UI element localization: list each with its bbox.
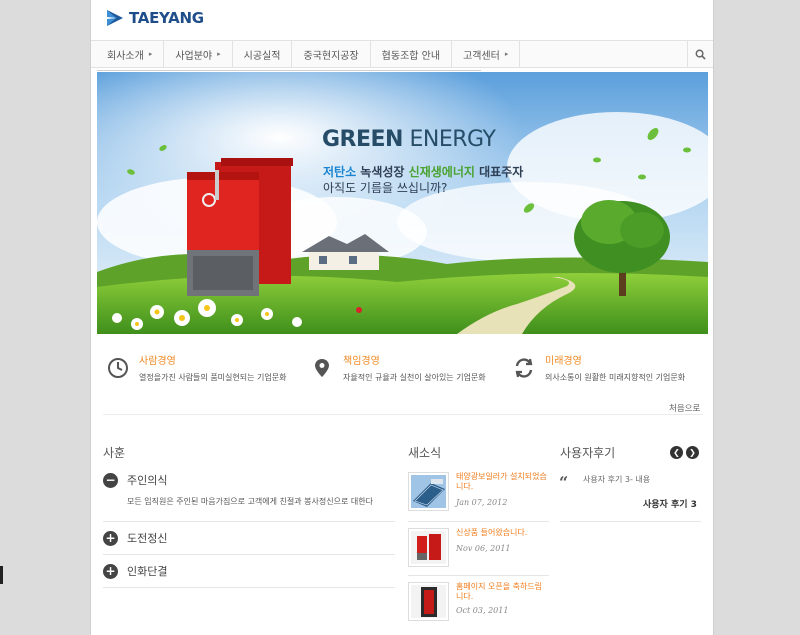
value-title: 미래경영 [545, 356, 582, 367]
news-item-date: Nov 06, 2011 [456, 544, 511, 553]
chevron-left-icon: ❮ [673, 448, 680, 457]
motto-item-label: 인화단결 [127, 565, 168, 578]
reviews-title: 사용자후기 [560, 446, 616, 460]
site-header: TAEYANG [91, 0, 713, 40]
news-divider [408, 521, 549, 522]
nav-item-cooperative[interactable]: 협동조합 안내 [371, 41, 453, 67]
hero-banner[interactable]: GREEN ENERGY 저탄소 녹색성장 신재생에너지 대표주자 아직도 기름… [97, 72, 708, 334]
clock-icon [105, 355, 131, 381]
hero-subtitle: 아직도 기름을 쓰십니까? [323, 181, 448, 195]
value-item: 책임경영 자율적인 규율과 실천이 살아있는 기업문화 [309, 352, 486, 383]
hero-title: GREEN ENERGY [322, 127, 496, 152]
value-item: 사람경영 열정을가진 사람들의 품미실현되는 기업문화 [105, 352, 286, 383]
caret-right-icon: ▸ [504, 50, 509, 58]
value-desc: 의사소통이 원활한 미래지향적인 기업문화 [545, 373, 686, 382]
nav-item-support[interactable]: 고객센터 ▸ [452, 41, 521, 67]
caret-right-icon: ▸ [148, 50, 153, 58]
main-nav: 회사소개 ▸ 사업분야 ▸ 시공실적 중국현지공장 협동조합 안내 고객센터 ▸ [91, 40, 713, 68]
value-item: 미래경영 의사소통이 원활한 미래지향적인 기업문화 [511, 352, 685, 383]
nav-item-label: 사업분야 [175, 50, 213, 62]
nav-item-label: 협동조합 안내 [381, 50, 441, 62]
search-icon [695, 49, 706, 60]
refresh-icon [511, 355, 537, 381]
news-item-title[interactable]: 신상품 들어왔습니다. [456, 528, 548, 538]
quote-icon: “ [559, 473, 569, 492]
expand-icon: + [103, 530, 118, 546]
news-item[interactable]: 신상품 들어왔습니다. Nov 06, 2011 [408, 528, 549, 574]
news-item-title[interactable]: 홈페이지 오픈을 축하드립니다. [456, 582, 548, 601]
motto-item-body: 모든 임직원은 주인된 마음가짐으로 고객에게 친절과 봉사정신으로 대한다 [127, 497, 373, 506]
window-edge-mark [0, 566, 3, 584]
motto-divider [103, 521, 395, 522]
motto-item-label: 주인의식 [127, 474, 168, 487]
motto-title: 사훈 [103, 446, 126, 460]
page: TAEYANG 회사소개 ▸ 사업분야 ▸ 시공실적 중국현지공장 협동조합 안… [90, 0, 714, 635]
hero-tagline-b: 녹색성장 [356, 165, 409, 179]
motto-divider [103, 554, 395, 555]
nav-item-label: 시공실적 [243, 50, 281, 62]
motto-item-challenge[interactable]: + 도전정신 [103, 530, 167, 546]
motto-item-harmony[interactable]: + 인화단결 [103, 563, 167, 579]
review-author: 사용자 후기 3 [643, 500, 697, 510]
map-pin-icon [309, 355, 335, 381]
value-title: 사람경영 [139, 356, 176, 367]
news-item-date: Oct 03, 2011 [456, 606, 509, 615]
expand-icon: + [103, 563, 118, 579]
logo-text: TAEYANG [129, 9, 204, 27]
news-divider [408, 575, 549, 576]
motto-divider [103, 587, 395, 588]
next-review-button[interactable]: ❯ [686, 446, 699, 459]
hero-tagline: 저탄소 녹색성장 신재생에너지 대표주자 [323, 163, 523, 180]
nav-item-company[interactable]: 회사소개 ▸ [91, 41, 165, 67]
news-item[interactable]: 홈페이지 오픈을 축하드립니다. Oct 03, 2011 [408, 582, 549, 628]
news-title: 새소식 [408, 446, 442, 460]
reviews-divider [560, 521, 701, 522]
news-item-date: Jan 07, 2012 [456, 498, 508, 507]
hero-title-rest: ENERGY [402, 127, 496, 152]
hero-tagline-d: 대표주자 [474, 165, 524, 179]
motto-item-label: 도전정신 [127, 532, 168, 545]
hero-illustration [97, 72, 708, 334]
news-thumbnail[interactable] [408, 528, 449, 567]
hero-tagline-c: 신재생에너지 [408, 165, 475, 179]
value-desc: 열정을가진 사람들의 품미실현되는 기업문화 [139, 373, 287, 382]
review-text: 사용자 후기 3- 내용 [583, 475, 651, 484]
nav-item-label: 회사소개 [107, 50, 144, 62]
logo[interactable]: TAEYANG [105, 8, 204, 28]
motto-item-ownership[interactable]: − 주인의식 [103, 472, 167, 488]
values-row: 사람경영 열정을가진 사람들의 품미실현되는 기업문화 책임경영 자율적인 규율… [97, 352, 708, 392]
nav-item-china-factory[interactable]: 중국현지공장 [292, 41, 371, 67]
logo-mark-icon [107, 10, 123, 26]
prev-review-button[interactable]: ❮ [670, 446, 683, 459]
news-item[interactable]: 태양광보일러가 설치되었습니다. Jan 07, 2012 [408, 472, 549, 518]
nav-item-business[interactable]: 사업분야 ▸ [164, 41, 233, 67]
nav-underline [97, 70, 481, 71]
news-item-title[interactable]: 태양광보일러가 설치되었습니다. [456, 472, 548, 491]
collapse-icon: − [103, 472, 118, 488]
nav-item-label: 고객센터 [463, 50, 500, 62]
boiler-illustration [187, 158, 293, 296]
nav-item-projects[interactable]: 시공실적 [233, 41, 293, 67]
news-thumbnail[interactable] [408, 472, 449, 511]
chevron-right-icon: ❯ [689, 448, 696, 457]
hero-tagline-a: 저탄소 [323, 165, 357, 179]
value-title: 책임경영 [343, 356, 380, 367]
hero-title-bold: GREEN [322, 127, 403, 152]
news-thumbnail[interactable] [408, 582, 449, 621]
back-to-top-link[interactable]: 처음으로 [669, 402, 700, 414]
section-divider [103, 414, 703, 415]
nav-item-label: 중국현지공장 [303, 50, 359, 62]
caret-right-icon: ▸ [217, 50, 221, 58]
value-desc: 자율적인 규율과 실천이 살아있는 기업문화 [343, 373, 486, 382]
search-button[interactable] [687, 41, 713, 67]
